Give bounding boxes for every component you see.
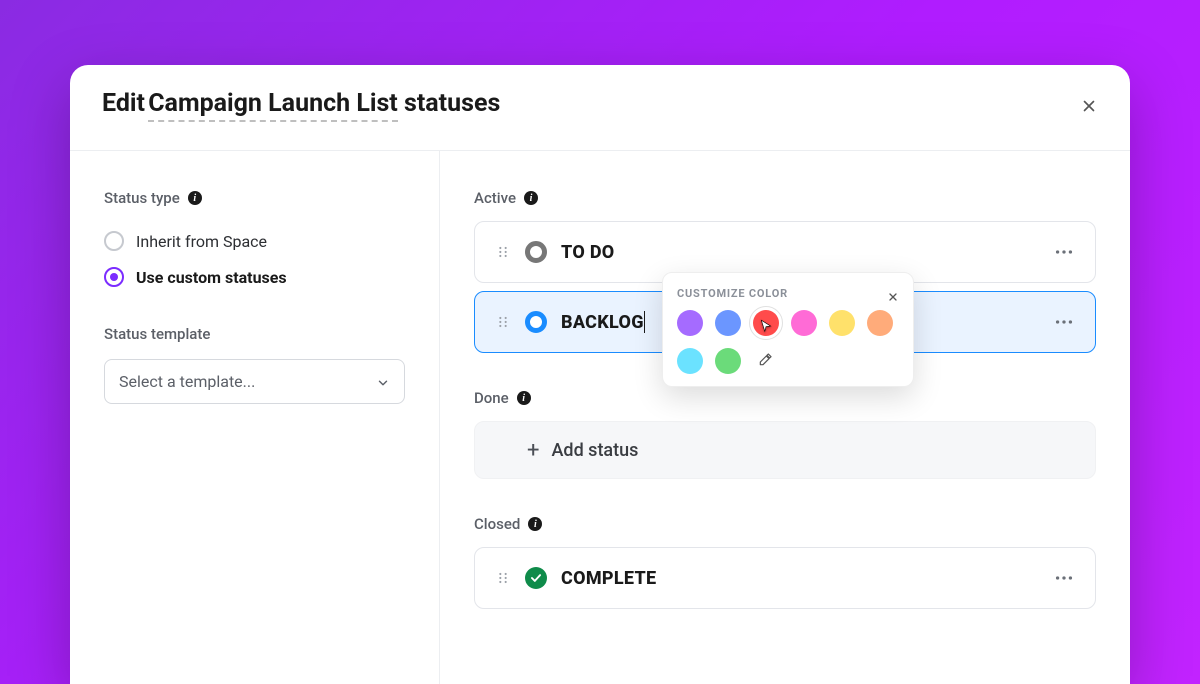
more-menu-button[interactable] [1051, 565, 1077, 591]
sidebar: Status type i Inherit from Space Use cus… [70, 151, 440, 684]
status-type-radio-group: Inherit from Space Use custom statuses [104, 223, 405, 295]
radio-icon [104, 231, 124, 251]
modal-header: Edit Campaign Launch List statuses [70, 65, 1130, 151]
close-icon[interactable] [887, 288, 899, 300]
popover-title: CUSTOMIZE COLOR [677, 287, 788, 300]
status-card-complete[interactable]: COMPLETE [474, 547, 1096, 609]
status-type-label-text: Status type [104, 189, 180, 207]
color-swatch-purple[interactable] [677, 310, 703, 336]
color-swatch-green[interactable] [715, 348, 741, 374]
color-swatch-cyan[interactable] [677, 348, 703, 374]
status-color-icon[interactable] [525, 241, 547, 263]
status-color-icon[interactable] [525, 567, 547, 589]
color-swatch-blue[interactable] [715, 310, 741, 336]
color-swatch-yellow[interactable] [829, 310, 855, 336]
drag-handle-icon[interactable] [489, 238, 517, 266]
cursor-icon [759, 318, 773, 332]
more-menu-button[interactable] [1051, 309, 1077, 335]
title-prefix: Edit [102, 89, 151, 118]
chevron-down-icon [376, 375, 390, 389]
drag-handle-icon[interactable] [489, 308, 517, 336]
title-list-name[interactable]: Campaign Launch List [148, 89, 398, 122]
group-closed-text: Closed [474, 515, 520, 533]
status-name: COMPLETE [561, 568, 656, 589]
status-type-label: Status type i [104, 189, 405, 207]
color-picker-popover: CUSTOMIZE COLOR [662, 272, 914, 387]
close-icon[interactable] [1080, 97, 1098, 115]
drag-handle-icon[interactable] [489, 564, 517, 592]
radio-inherit-from-space[interactable]: Inherit from Space [104, 223, 405, 259]
title-suffix: statuses [398, 89, 501, 118]
add-status-label: Add status [551, 440, 638, 461]
eyedropper-icon[interactable] [753, 348, 777, 372]
modal-title: Edit Campaign Launch List statuses [102, 89, 500, 122]
group-done-label: Done i [474, 389, 1096, 407]
edit-statuses-modal: Edit Campaign Launch List statuses Statu… [70, 65, 1130, 684]
more-menu-button[interactable] [1051, 239, 1077, 265]
color-swatch-red[interactable] [753, 310, 779, 336]
add-status-button[interactable]: + Add status [474, 421, 1096, 479]
plus-icon: + [527, 438, 539, 463]
template-placeholder: Select a template... [119, 372, 255, 391]
text-caret [644, 311, 646, 333]
color-swatch-pink[interactable] [791, 310, 817, 336]
popover-header: CUSTOMIZE COLOR [677, 287, 899, 300]
info-icon[interactable]: i [528, 517, 542, 531]
modal-body: Status type i Inherit from Space Use cus… [70, 151, 1130, 684]
radio-label: Inherit from Space [136, 232, 267, 251]
color-swatch-row [677, 310, 899, 374]
group-closed-label: Closed i [474, 515, 1096, 533]
statuses-main: Active i TO DO BACKLOG [440, 151, 1130, 684]
group-active-label: Active i [474, 189, 1096, 207]
info-icon[interactable]: i [188, 191, 202, 205]
info-icon[interactable]: i [524, 191, 538, 205]
color-swatch-coral[interactable] [867, 310, 893, 336]
radio-icon [104, 267, 124, 287]
group-active-text: Active [474, 189, 516, 207]
group-done-text: Done [474, 389, 509, 407]
radio-use-custom-statuses[interactable]: Use custom statuses [104, 259, 405, 295]
status-color-icon[interactable] [525, 311, 547, 333]
info-icon[interactable]: i [517, 391, 531, 405]
template-select[interactable]: Select a template... [104, 359, 405, 404]
status-template-label: Status template [104, 325, 405, 343]
radio-label: Use custom statuses [136, 268, 287, 287]
status-name: TO DO [561, 242, 615, 263]
template-label-text: Status template [104, 325, 210, 343]
status-name-input[interactable]: BACKLOG [561, 312, 644, 333]
